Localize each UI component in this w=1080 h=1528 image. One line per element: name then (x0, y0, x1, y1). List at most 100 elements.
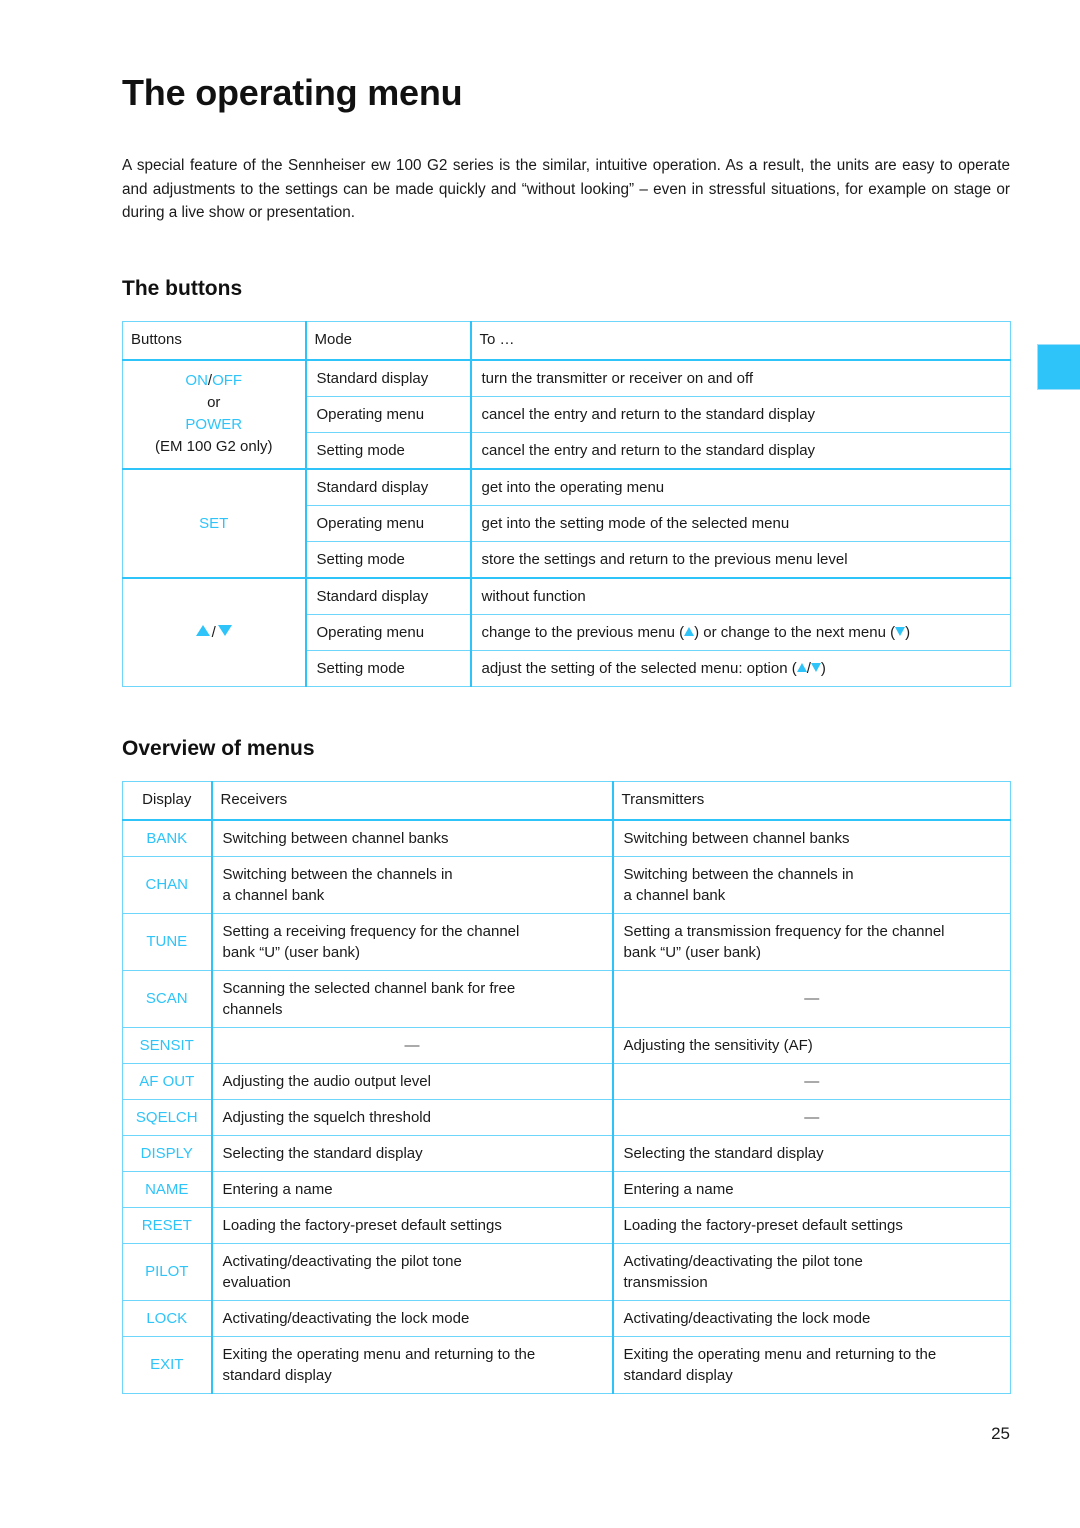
mode-cell: Setting mode (305, 431, 472, 469)
table-row: NAME Entering a name Entering a name (122, 1170, 1011, 1208)
mode-cell: Setting mode (305, 540, 472, 578)
transmitters-cell: Entering a name (612, 1170, 1011, 1208)
arrow-up-icon (195, 624, 210, 636)
button-label-onoff-power: ON/OFF or POWER (EM 100 G2 only) (122, 358, 307, 469)
receivers-cell: Switching between channel banks (211, 819, 614, 857)
chapter-tab-marker (1037, 344, 1080, 390)
table-row: SENSIT — Adjusting the sensitivity (AF) (122, 1026, 1011, 1064)
overview-section-heading: Overview of menus (122, 736, 315, 760)
receivers-cell: Activating/deactivating the pilot tone ev… (211, 1242, 614, 1301)
transmitters-cell: — (612, 969, 1011, 1028)
button-label-set-text: SET (199, 514, 229, 532)
receivers-cell: Scanning the selected channel bank for f… (211, 969, 614, 1028)
display-label: SQELCH (122, 1098, 213, 1136)
button-label-arrows: / (122, 576, 307, 687)
display-label: LOCK (122, 1299, 213, 1337)
arrow-down-icon (895, 627, 906, 636)
page-title: The operating menu (122, 72, 463, 113)
receivers-cell: Adjusting the squelch threshold (211, 1098, 614, 1136)
display-label: BANK (122, 819, 213, 857)
transmitters-cell: — (612, 1098, 1011, 1136)
arrow-up-icon (796, 663, 807, 672)
column-header-mode: Mode (305, 320, 472, 361)
column-header-buttons: Buttons (122, 320, 307, 361)
display-label: RESET (122, 1206, 213, 1244)
page-content: The operating menu A special feature of … (122, 0, 1011, 1394)
buttons-section-heading: The buttons (122, 276, 243, 300)
table-row: BANK Switching between channel banks Switc… (122, 819, 1011, 857)
display-label: AF OUT (122, 1062, 213, 1100)
transmitters-cell: Switching between channel banks (612, 819, 1011, 857)
table-row: CHAN Switching between the channels in a c… (122, 855, 1011, 914)
table-row: LOCK Activating/deactivating the lock mod… (122, 1299, 1011, 1337)
transmitters-cell: Adjusting the sensitivity (AF) (612, 1026, 1011, 1064)
transmitters-cell: Loading the factory-preset default setti… (612, 1206, 1011, 1244)
action-text-part-b: ) or change to the next menu ( (694, 623, 896, 641)
receivers-cell: Loading the factory-preset default setti… (211, 1206, 614, 1244)
transmitters-cell: Activating/deactivating the lock mode (612, 1299, 1011, 1337)
display-label: CHAN (122, 855, 213, 914)
buttons-table: Buttons Mode To … ON/OFF or POWER (EM 10 (122, 320, 1011, 687)
button-label-power: POWER (185, 416, 243, 433)
table-row: / Standard display without function (122, 576, 1011, 687)
transmitters-cell: Selecting the standard display (612, 1134, 1011, 1172)
arrow-down-icon (810, 663, 821, 672)
overview-table: Display Receivers Transmitters BANK Switc… (122, 780, 1011, 1394)
mode-cell: Setting mode (305, 649, 472, 687)
receivers-cell: Entering a name (211, 1170, 614, 1208)
table-row: RESET Loading the factory-preset default … (122, 1206, 1011, 1244)
mode-cell: Standard display (305, 576, 472, 615)
action-text-part-a: change to the previous menu ( (481, 623, 685, 641)
action-cell: without function (470, 576, 1011, 615)
display-label: EXIT (122, 1335, 213, 1394)
action-cell: get into the setting mode of the selecte… (470, 504, 1011, 542)
mode-cell: Operating menu (305, 504, 472, 542)
table-row: ON/OFF or POWER (EM 100 G2 only) Standar… (122, 358, 1011, 469)
mode-cell: Standard display (305, 358, 472, 397)
table-row: SQELCH Adjusting the squelch threshold — (122, 1098, 1011, 1136)
table-row: TUNE Setting a receiving frequency for th… (122, 912, 1011, 971)
mode-cell: Standard display (305, 467, 472, 506)
display-label: TUNE (122, 912, 213, 971)
receivers-cell: Adjusting the audio output level (211, 1062, 614, 1100)
transmitters-cell: Exiting the operating menu and returning… (612, 1335, 1011, 1394)
mode-cell: Operating menu (305, 395, 472, 433)
action-cell: get into the operating menu (470, 467, 1011, 506)
action-text-part-c: ) (905, 623, 911, 641)
page-number: 25 (991, 1424, 1010, 1443)
action-text-part-a: adjust the setting of the selected menu:… (481, 659, 797, 677)
table-row: AF OUT Adjusting the audio output level — (122, 1062, 1011, 1100)
button-label-or: or (207, 394, 221, 411)
table-row: SET Standard display get into the operat… (122, 467, 1011, 578)
transmitters-cell: Activating/deactivating the pilot tone tr… (612, 1242, 1011, 1301)
action-cell: change to the previous menu ( ) or change… (470, 613, 1011, 651)
action-text-part-c: ) (820, 659, 826, 677)
table-header-row: Display Receivers Transmitters (122, 780, 1011, 821)
table-row: SCAN Scanning the selected channel bank f… (122, 969, 1011, 1028)
column-header-to: To … (470, 320, 1011, 361)
receivers-cell: Activating/deactivating the lock mode (211, 1299, 614, 1337)
receivers-cell: Exiting the operating menu and returning… (211, 1335, 614, 1394)
receivers-cell: Setting a receiving frequency for the ch… (211, 912, 614, 971)
action-cell: turn the transmitter or receiver on and … (470, 358, 1011, 397)
button-label-on: ON (185, 372, 208, 389)
receivers-cell: Switching between the channels in a chann… (211, 855, 614, 914)
display-label: NAME (122, 1170, 213, 1208)
document-page: The operating menu A special feature of … (0, 0, 1080, 1528)
column-header-transmitters: Transmitters (612, 780, 1011, 821)
table-header-row: Buttons Mode To … (122, 320, 1011, 361)
action-cell: cancel the entry and return to the stand… (470, 431, 1011, 469)
column-header-receivers: Receivers (211, 780, 614, 821)
table-row: DISPLY Selecting the standard display Sele… (122, 1134, 1011, 1172)
button-label-set: SET (122, 467, 307, 578)
arrow-down-icon (217, 624, 232, 636)
receivers-cell: — (211, 1026, 614, 1064)
display-label: DISPLY (122, 1134, 213, 1172)
display-label: SENSIT (122, 1026, 213, 1064)
intro-paragraph: A special feature of the Sennheiser ew 1… (122, 157, 1010, 221)
button-label-off: OFF (212, 372, 243, 389)
transmitters-cell: — (612, 1062, 1011, 1100)
transmitters-cell: Setting a transmission frequency for the… (612, 912, 1011, 971)
action-cell: adjust the setting of the selected menu:… (470, 649, 1011, 687)
display-label: SCAN (122, 969, 213, 1028)
